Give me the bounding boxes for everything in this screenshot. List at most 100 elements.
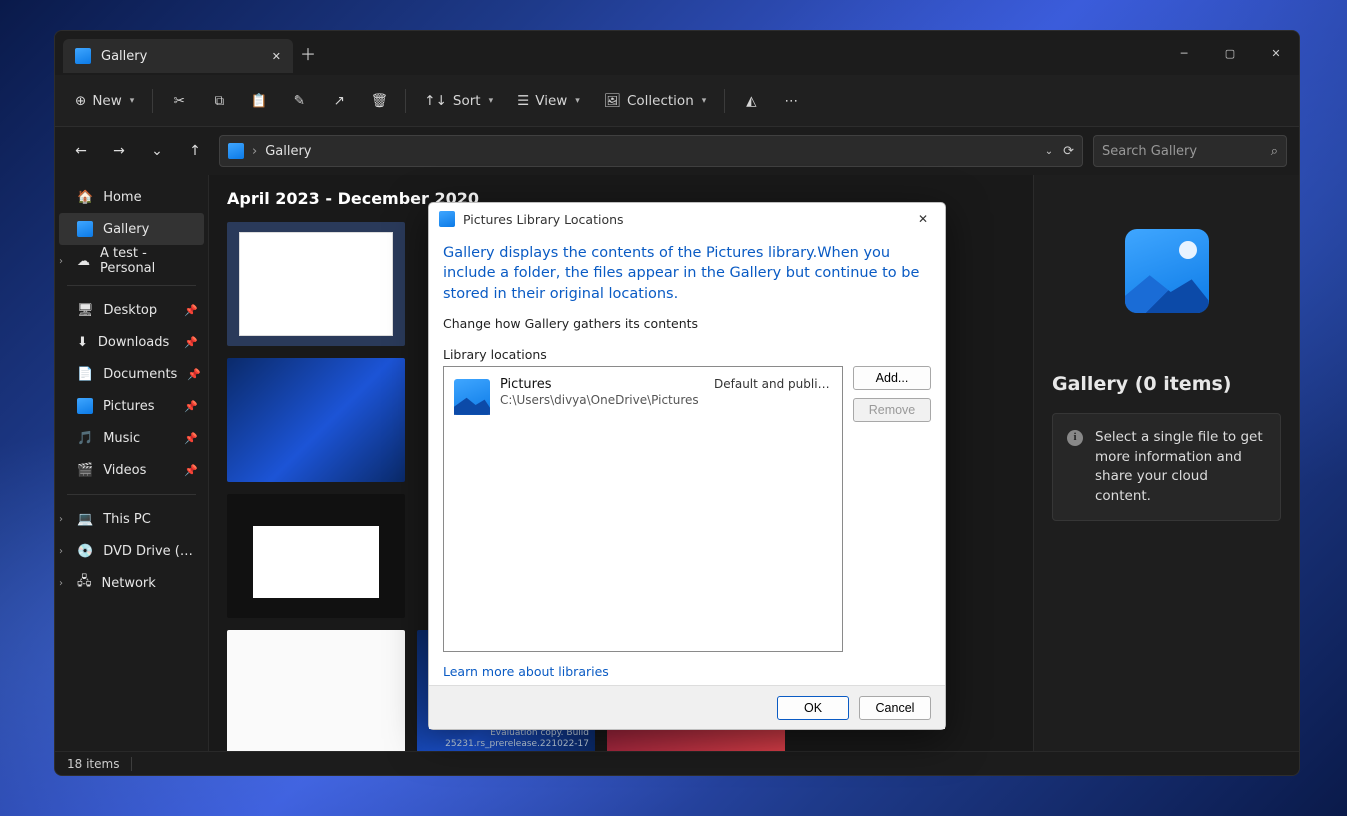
- delete-button[interactable]: 🗑: [361, 84, 397, 118]
- close-window-button[interactable]: ✕: [1253, 33, 1299, 73]
- nav-back-button[interactable]: ←: [67, 137, 95, 165]
- tab-close-button[interactable]: ✕: [272, 50, 281, 63]
- new-tab-button[interactable]: ＋: [293, 41, 323, 65]
- sidebar-item-network[interactable]: ›🖧Network: [55, 567, 208, 599]
- gallery-large-icon: [1125, 229, 1209, 313]
- share-icon: ↗: [334, 93, 345, 109]
- rename-icon: ✎: [294, 93, 305, 109]
- location-path: C:\Users\divya\OneDrive\Pictures: [500, 393, 704, 407]
- expand-icon[interactable]: ›: [59, 578, 63, 589]
- pin-icon: 📌: [184, 336, 198, 349]
- sidebar-item-desktop[interactable]: 🖥Desktop📌: [55, 294, 208, 326]
- cut-icon: ✂: [174, 93, 185, 109]
- location-name: Pictures: [500, 377, 704, 392]
- thumbnail[interactable]: [227, 358, 405, 482]
- watermark: Evaluation copy. Build 25231.rs_prerelea…: [417, 728, 589, 750]
- thumbnail[interactable]: [227, 222, 405, 346]
- status-item-count: 18 items: [67, 757, 119, 771]
- nav-forward-button[interactable]: →: [105, 137, 133, 165]
- disc-icon: 💿: [77, 544, 93, 559]
- thumbnail[interactable]: [227, 494, 405, 618]
- pin-icon: 📌: [184, 304, 198, 317]
- separator: [152, 89, 153, 113]
- dialog-titlebar: Pictures Library Locations ✕: [429, 203, 945, 235]
- share-button[interactable]: ↗: [321, 84, 357, 118]
- nav-up-button[interactable]: ↑: [181, 137, 209, 165]
- chevron-down-icon: ▾: [702, 96, 707, 106]
- new-button[interactable]: ⊕ New ▾: [65, 84, 144, 118]
- learn-more-link[interactable]: Learn more about libraries: [443, 664, 931, 679]
- tabstrip: Gallery ✕ ＋ ─ ▢ ✕: [55, 31, 1299, 75]
- plus-icon: ⊕: [75, 93, 86, 109]
- chevron-down-icon: ▾: [489, 96, 494, 106]
- command-bar: ⊕ New ▾ ✂ ⧉ 📋 ✎ ↗ 🗑 ↑↓ Sort ▾ ☰ View ▾ 🖼…: [55, 75, 1299, 127]
- sidebar-item-music[interactable]: 🎵Music📌: [55, 422, 208, 454]
- locations-listbox[interactable]: Pictures C:\Users\divya\OneDrive\Picture…: [443, 366, 843, 652]
- expand-icon[interactable]: ›: [59, 256, 63, 267]
- chevron-down-icon[interactable]: ⌄: [1045, 146, 1053, 157]
- sidebar-item-onedrive[interactable]: ›☁A test - Personal: [55, 245, 208, 277]
- nav-recent-button[interactable]: ⌄: [143, 137, 171, 165]
- network-icon: 🖧: [77, 572, 92, 594]
- expand-icon[interactable]: ›: [59, 546, 63, 557]
- search-icon: ⌕: [1271, 144, 1278, 159]
- location-tag: Default and public s...: [714, 377, 832, 391]
- pin-icon: 📌: [187, 368, 201, 381]
- sidebar-item-pictures[interactable]: Pictures📌: [55, 390, 208, 422]
- dialog-close-button[interactable]: ✕: [909, 212, 937, 226]
- paste-button[interactable]: 📋: [241, 84, 277, 118]
- pin-icon: 📌: [184, 400, 198, 413]
- pc-icon: 💻: [77, 512, 93, 527]
- sidebar-item-documents[interactable]: 📄Documents📌: [55, 358, 208, 390]
- add-button[interactable]: Add...: [853, 366, 931, 390]
- sort-icon: ↑↓: [424, 93, 447, 109]
- sidebar-item-gallery[interactable]: Gallery: [59, 213, 204, 245]
- sidebar-item-home[interactable]: 🏠Home: [55, 181, 208, 213]
- sort-button[interactable]: ↑↓ Sort ▾: [414, 84, 503, 118]
- address-row: ← → ⌄ ↑ › Gallery ⌄ ⟳ Search Gallery ⌕: [55, 127, 1299, 175]
- dialog-subline: Change how Gallery gathers its contents: [443, 316, 931, 331]
- cut-button[interactable]: ✂: [161, 84, 197, 118]
- sidebar-item-thispc[interactable]: ›💻This PC: [55, 503, 208, 535]
- pictures-icon: [439, 211, 455, 227]
- filter-button[interactable]: ◭: [733, 84, 769, 118]
- refresh-button[interactable]: ⟳: [1063, 144, 1074, 159]
- address-bar[interactable]: › Gallery ⌄ ⟳: [219, 135, 1083, 167]
- dialog-title: Pictures Library Locations: [463, 212, 624, 227]
- maximize-button[interactable]: ▢: [1207, 33, 1253, 73]
- separator: [131, 757, 132, 771]
- ok-button[interactable]: OK: [777, 696, 849, 720]
- search-input[interactable]: Search Gallery ⌕: [1093, 135, 1287, 167]
- chevron-down-icon: ▾: [130, 96, 135, 106]
- collection-button[interactable]: 🖼 Collection ▾: [594, 84, 716, 118]
- pin-icon: 📌: [184, 464, 198, 477]
- view-button[interactable]: ☰ View ▾: [507, 84, 590, 118]
- expand-icon[interactable]: ›: [59, 514, 63, 525]
- copy-button[interactable]: ⧉: [201, 84, 237, 118]
- cancel-button[interactable]: Cancel: [859, 696, 931, 720]
- more-button[interactable]: ⋯: [773, 84, 809, 118]
- location-item[interactable]: Pictures C:\Users\divya\OneDrive\Picture…: [450, 373, 836, 419]
- view-icon: ☰: [517, 93, 529, 109]
- pin-icon: 📌: [184, 432, 198, 445]
- pictures-icon: [228, 143, 244, 159]
- rename-button[interactable]: ✎: [281, 84, 317, 118]
- tab-gallery[interactable]: Gallery ✕: [63, 39, 293, 73]
- gallery-icon: [77, 221, 93, 237]
- minimize-button[interactable]: ─: [1161, 33, 1207, 73]
- copy-icon: ⧉: [214, 93, 224, 109]
- thumbnail[interactable]: [227, 630, 405, 751]
- desktop-icon: 🖥: [77, 303, 94, 318]
- separator: [67, 285, 196, 286]
- library-locations-dialog: Pictures Library Locations ✕ Gallery dis…: [428, 202, 946, 730]
- breadcrumb-root[interactable]: Gallery: [265, 144, 311, 159]
- dialog-headline: Gallery displays the contents of the Pic…: [443, 243, 931, 304]
- filter-icon: ◭: [746, 93, 756, 109]
- remove-button[interactable]: Remove: [853, 398, 931, 422]
- trash-icon: 🗑: [371, 93, 388, 109]
- sidebar-item-videos[interactable]: 🎬Videos📌: [55, 454, 208, 486]
- status-bar: 18 items: [55, 751, 1299, 775]
- collection-icon: 🖼: [604, 93, 621, 109]
- sidebar-item-downloads[interactable]: ⬇Downloads📌: [55, 326, 208, 358]
- sidebar-item-dvd[interactable]: ›💿DVD Drive (D:) CCC: [55, 535, 208, 567]
